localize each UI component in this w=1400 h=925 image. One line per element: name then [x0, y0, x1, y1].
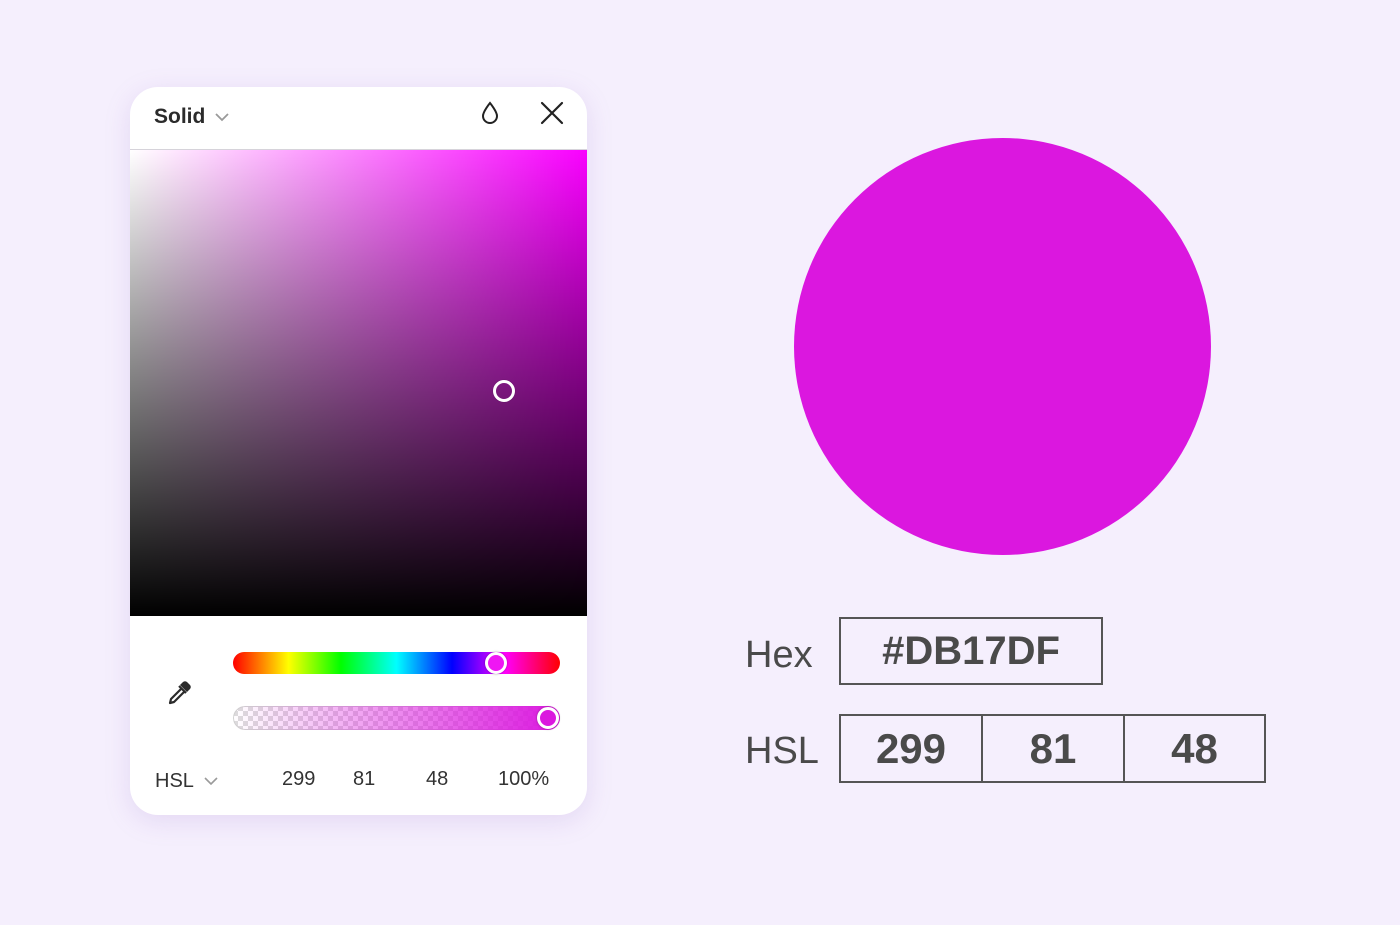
color-handle[interactable] — [493, 380, 515, 402]
hsl-label: HSL — [745, 730, 819, 772]
opacity-value-field[interactable]: 100% — [498, 768, 549, 791]
chevron-down-icon — [204, 776, 218, 786]
chevron-down-icon — [215, 112, 229, 122]
opacity-slider[interactable] — [233, 706, 560, 730]
opacity-gradient — [233, 706, 560, 730]
fill-mode-dropdown[interactable]: Solid — [154, 97, 229, 137]
lightness-value-field[interactable]: 48 — [426, 768, 448, 791]
close-icon[interactable] — [536, 97, 568, 129]
hsl-lightness-box: 48 — [1123, 714, 1266, 783]
droplet-icon[interactable] — [476, 99, 504, 127]
hue-value-field[interactable]: 299 — [282, 768, 315, 791]
hsl-hue-box: 299 — [839, 714, 983, 783]
hue-slider-thumb[interactable] — [485, 652, 507, 674]
hue-slider[interactable] — [233, 652, 560, 674]
hex-label: Hex — [745, 634, 813, 676]
color-swatch-circle — [794, 138, 1211, 555]
opacity-slider-thumb[interactable] — [537, 707, 559, 729]
color-format-label: HSL — [155, 769, 194, 792]
eyedropper-icon[interactable] — [163, 677, 195, 709]
fill-mode-label: Solid — [154, 105, 206, 128]
color-format-dropdown[interactable]: HSL — [155, 767, 218, 795]
hex-value-box: #DB17DF — [839, 617, 1103, 685]
saturation-value-field[interactable]: 81 — [353, 768, 375, 791]
picker-header: Solid — [130, 87, 587, 150]
color-picker-panel: Solid HSL 299 81 48 100% — [130, 87, 587, 815]
hsl-saturation-box: 81 — [981, 714, 1125, 783]
saturation-lightness-area[interactable] — [130, 150, 587, 616]
